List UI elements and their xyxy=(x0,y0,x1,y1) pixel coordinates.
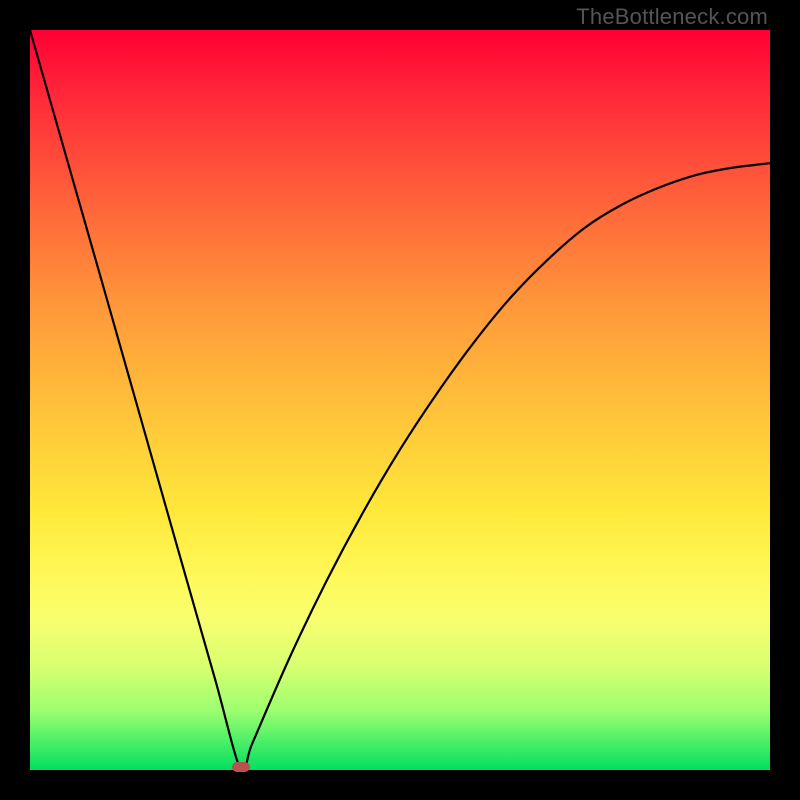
chart-minimum-marker xyxy=(232,762,250,772)
watermark-text: TheBottleneck.com xyxy=(576,4,768,30)
chart-curve-path xyxy=(30,30,770,773)
chart-curve-svg xyxy=(30,30,770,770)
chart-frame: TheBottleneck.com xyxy=(0,0,800,800)
